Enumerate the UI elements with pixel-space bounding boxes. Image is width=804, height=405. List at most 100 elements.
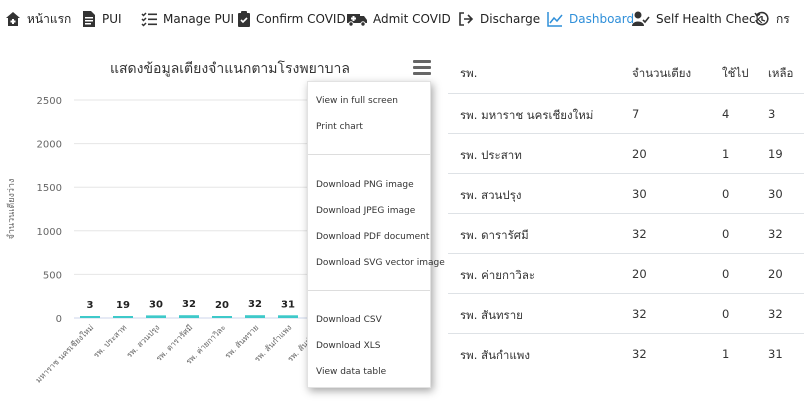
nav-home[interactable]: หน้าแรก <box>5 0 71 38</box>
history-icon <box>754 11 769 26</box>
table-cell: รพ. มหาราช นครเชียงใหม่ <box>460 108 594 122</box>
nav-confirm-covid[interactable]: Confirm COVID <box>238 0 346 38</box>
ambulance-icon <box>347 14 367 27</box>
table-cell: 32 <box>632 347 647 361</box>
data-label: 32 <box>248 299 262 310</box>
line-chart-icon <box>547 12 563 27</box>
table-cell: 20 <box>632 267 647 281</box>
hamburger-icon <box>413 60 431 63</box>
hamburger-line <box>413 72 431 75</box>
hospital-icon <box>6 12 20 26</box>
table-header-beds: จำนวนเตียง <box>632 66 692 80</box>
table-cell: 20 <box>632 147 647 161</box>
top-navbar: หน้าแรก PUI Manage PUI Confirm COVID Adm… <box>0 0 804 38</box>
table-cell: 30 <box>768 187 783 201</box>
table-cell: 0 <box>722 307 730 321</box>
chart-export-menu: View in full screen Print chart Download… <box>307 81 445 388</box>
menu-separator <box>308 154 430 155</box>
table-row-divider <box>448 213 804 214</box>
table-cell: 4 <box>722 107 730 121</box>
nav-manage-pui-label: Manage PUI <box>163 12 235 26</box>
table-row-divider <box>448 173 804 174</box>
list-check-icon <box>141 12 157 27</box>
nav-dashboard-label: Dashboard <box>569 12 635 26</box>
table-cell: 30 <box>632 187 647 201</box>
data-label: 20 <box>215 300 229 311</box>
data-label: 30 <box>149 299 163 310</box>
bar <box>146 315 166 318</box>
table-cell: รพ. ดารารัศมี <box>460 228 529 242</box>
table-cell: 32 <box>768 227 783 241</box>
y-tick-label: 1000 <box>37 227 62 238</box>
bar <box>179 315 199 318</box>
menu-download-csv[interactable]: Download CSV <box>316 315 382 325</box>
nav-discharge-label: Discharge <box>480 12 541 26</box>
nav-self-health-check[interactable]: Self Health Check <box>632 0 763 38</box>
table-row-divider <box>448 333 804 334</box>
bar <box>278 315 298 318</box>
menu-download-svg[interactable]: Download SVG vector image <box>316 258 445 268</box>
menu-view-data-table[interactable]: View data table <box>316 367 386 377</box>
y-axis-label: จำนวนเตียงว่าง <box>6 179 17 240</box>
table-cell: รพ. สันทราย <box>460 308 523 322</box>
table-header-remaining: เหลือ <box>768 66 794 80</box>
nav-dashboard[interactable]: Dashboard <box>547 0 634 38</box>
nav-manage-pui[interactable]: Manage PUI <box>141 0 234 38</box>
document-icon <box>83 11 95 27</box>
bar <box>212 316 232 318</box>
table-header-divider <box>448 93 804 94</box>
nav-confirm-covid-label: Confirm COVID <box>256 12 346 26</box>
y-tick-label: 500 <box>43 270 62 281</box>
table-cell: 0 <box>722 267 730 281</box>
table-cell: 0 <box>722 227 730 241</box>
table-cell: 1 <box>722 147 730 161</box>
table-cell: 20 <box>768 267 783 281</box>
bar <box>113 316 133 318</box>
table-cell: 31 <box>768 347 783 361</box>
table-cell: 0 <box>722 187 730 201</box>
clipboard-check-icon <box>238 11 250 27</box>
menu-download-png[interactable]: Download PNG image <box>316 180 414 190</box>
chart-title: แสดงข้อมูลเตียงจำแนกตามโรงพยาบาล <box>109 61 350 77</box>
table-row-divider <box>448 253 804 254</box>
sign-out-icon <box>459 12 474 26</box>
table-cell: 32 <box>632 227 647 241</box>
nav-pui-label: PUI <box>102 12 122 26</box>
table-cell: รพ. สวนปรุง <box>460 188 522 202</box>
table-cell: 19 <box>768 147 783 161</box>
data-label: 19 <box>116 300 130 311</box>
menu-view-fullscreen[interactable]: View in full screen <box>316 96 398 106</box>
table-row-divider <box>448 293 804 294</box>
bar <box>245 315 265 318</box>
x-tick-label: มหาราช นครเชียงใหม่ <box>34 323 96 385</box>
data-label: 32 <box>182 299 196 310</box>
nav-home-label: หน้าแรก <box>27 11 72 26</box>
user-check-icon <box>632 11 650 26</box>
y-tick-label: 2500 <box>37 96 62 107</box>
table-cell: 7 <box>632 107 640 121</box>
table-row-divider <box>448 133 804 134</box>
table-cell: รพ. สันกำแพง <box>460 348 530 362</box>
table-header-used: ใช้ไป <box>722 66 749 80</box>
table-cell: 32 <box>768 307 783 321</box>
menu-print-chart[interactable]: Print chart <box>316 122 363 132</box>
table-cell: รพ. ค่ายกาวิละ <box>460 268 536 282</box>
chart-menu-button[interactable] <box>413 60 431 76</box>
table-cell: 1 <box>722 347 730 361</box>
nav-admit-covid[interactable]: Admit COVID <box>347 0 451 38</box>
nav-history[interactable]: กร <box>754 0 790 38</box>
data-label: 3 <box>87 300 94 311</box>
menu-download-xls[interactable]: Download XLS <box>316 341 381 351</box>
y-tick-label: 2000 <box>37 140 62 151</box>
menu-download-jpeg[interactable]: Download JPEG image <box>316 206 415 216</box>
data-label: 31 <box>281 299 295 310</box>
nav-discharge[interactable]: Discharge <box>458 0 540 38</box>
menu-separator <box>308 290 430 291</box>
menu-download-pdf[interactable]: Download PDF document <box>316 232 429 242</box>
nav-admit-covid-label: Admit COVID <box>373 12 451 26</box>
table-header-hospital: รพ. <box>460 66 478 80</box>
table-cell: 32 <box>632 307 647 321</box>
nav-pui[interactable]: PUI <box>82 0 122 38</box>
nav-history-label: กร <box>776 11 790 26</box>
table-cell: 3 <box>768 107 776 121</box>
